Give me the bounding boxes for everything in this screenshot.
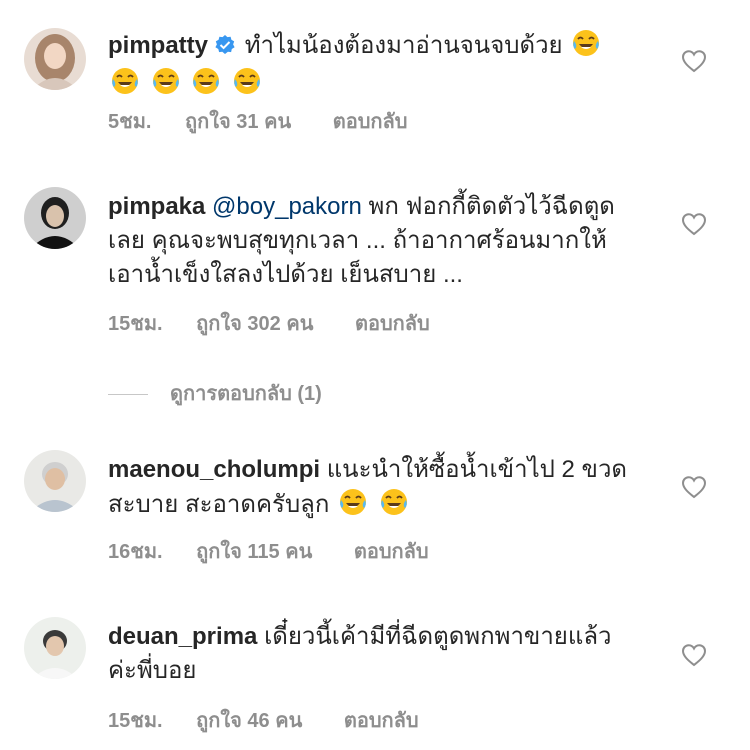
likes-prefix[interactable]: ถูกใจ	[196, 710, 242, 732]
avatar[interactable]	[24, 617, 86, 679]
comment-meta: 15ชม. ถูกใจ 46 คน ตอบกลับ	[108, 704, 419, 736]
likes-count[interactable]: 46	[247, 710, 269, 732]
likes-suffix[interactable]: คน	[275, 710, 302, 732]
comment-deuan-prima: deuan_prima เดี๋ยวนี้เค้ามีที่ฉีดตูดพกพา…	[0, 0, 750, 750]
username[interactable]: deuan_prima	[108, 623, 257, 650]
reply-button[interactable]: ตอบกลับ	[344, 710, 419, 732]
like-heart-icon[interactable]	[681, 643, 707, 667]
comment-time: 15ชม.	[108, 710, 163, 732]
comment-body: deuan_prima เดี๋ยวนี้เค้ามีที่ฉีดตูดพกพา…	[108, 620, 638, 688]
